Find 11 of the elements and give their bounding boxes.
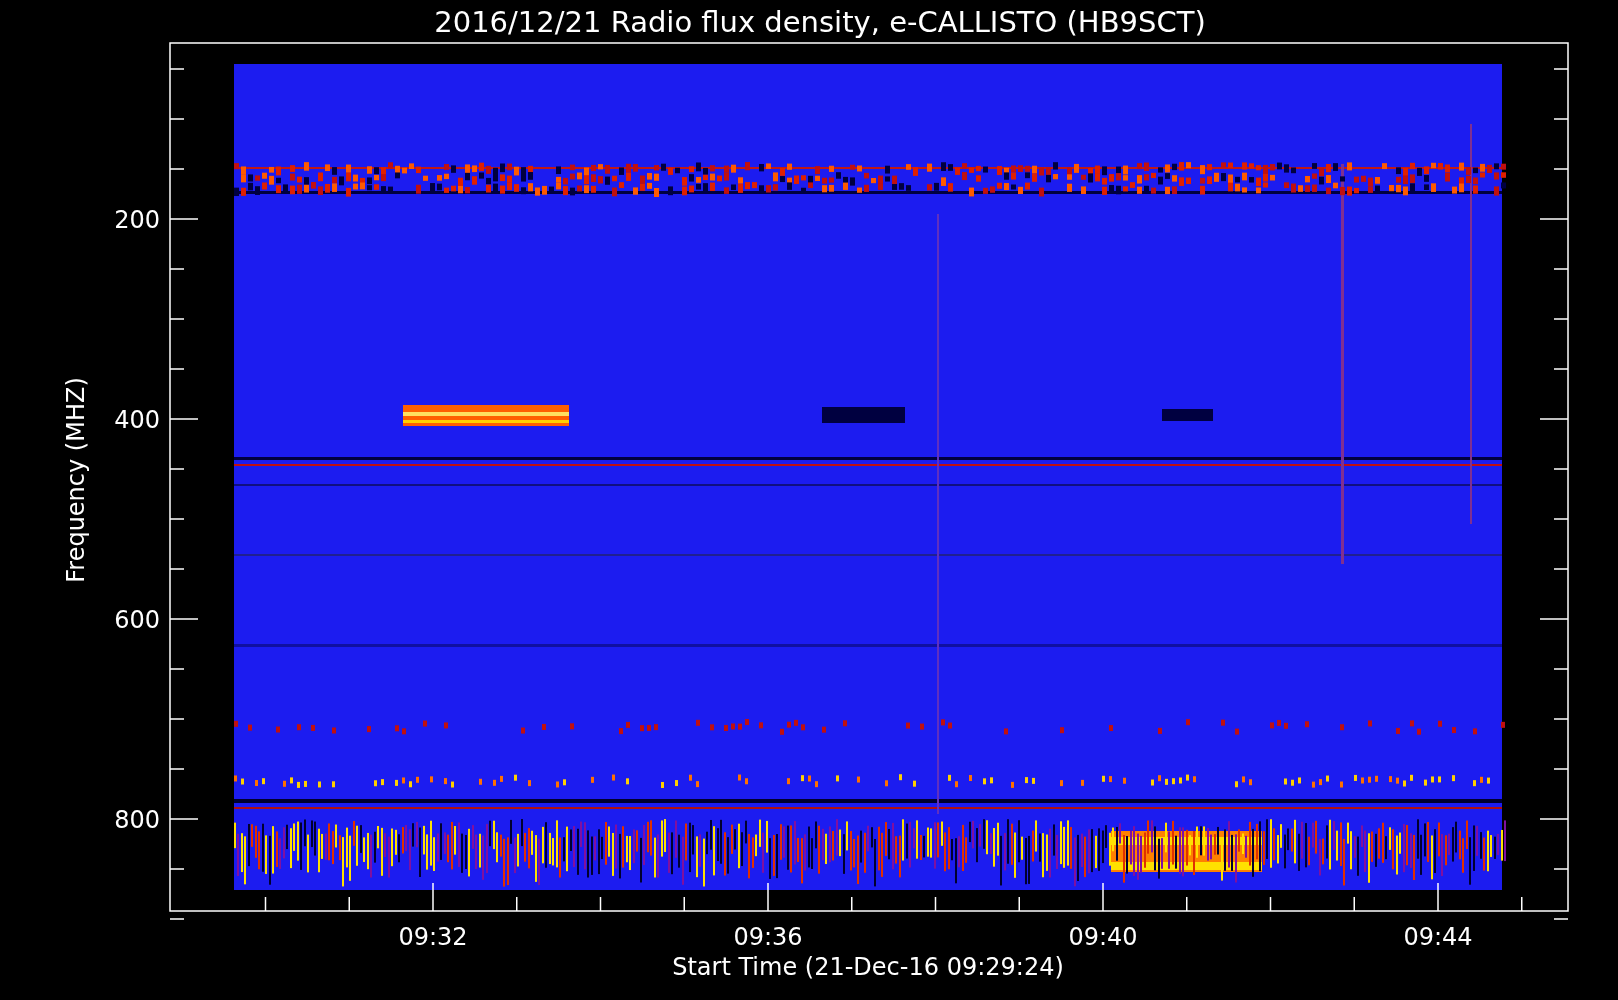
- chart-title: 2016/12/21 Radio flux density, e-CALLISTO (HB9SCT): [434, 5, 1206, 39]
- x-tick-label: 09:44: [1403, 923, 1473, 951]
- y-tick-label: 400: [114, 406, 160, 434]
- y-tick-label: 800: [114, 806, 160, 834]
- x-tick-label: 09:36: [733, 923, 803, 951]
- x-tick-label: 09:40: [1068, 923, 1138, 951]
- x-axis-label: Start Time (21-Dec-16 09:29:24): [672, 953, 1064, 981]
- y-axis-label: Frequency (MHZ): [62, 377, 90, 583]
- y-tick-label: 200: [114, 206, 160, 234]
- x-tick-label: 09:32: [398, 923, 468, 951]
- y-tick-label: 600: [114, 606, 160, 634]
